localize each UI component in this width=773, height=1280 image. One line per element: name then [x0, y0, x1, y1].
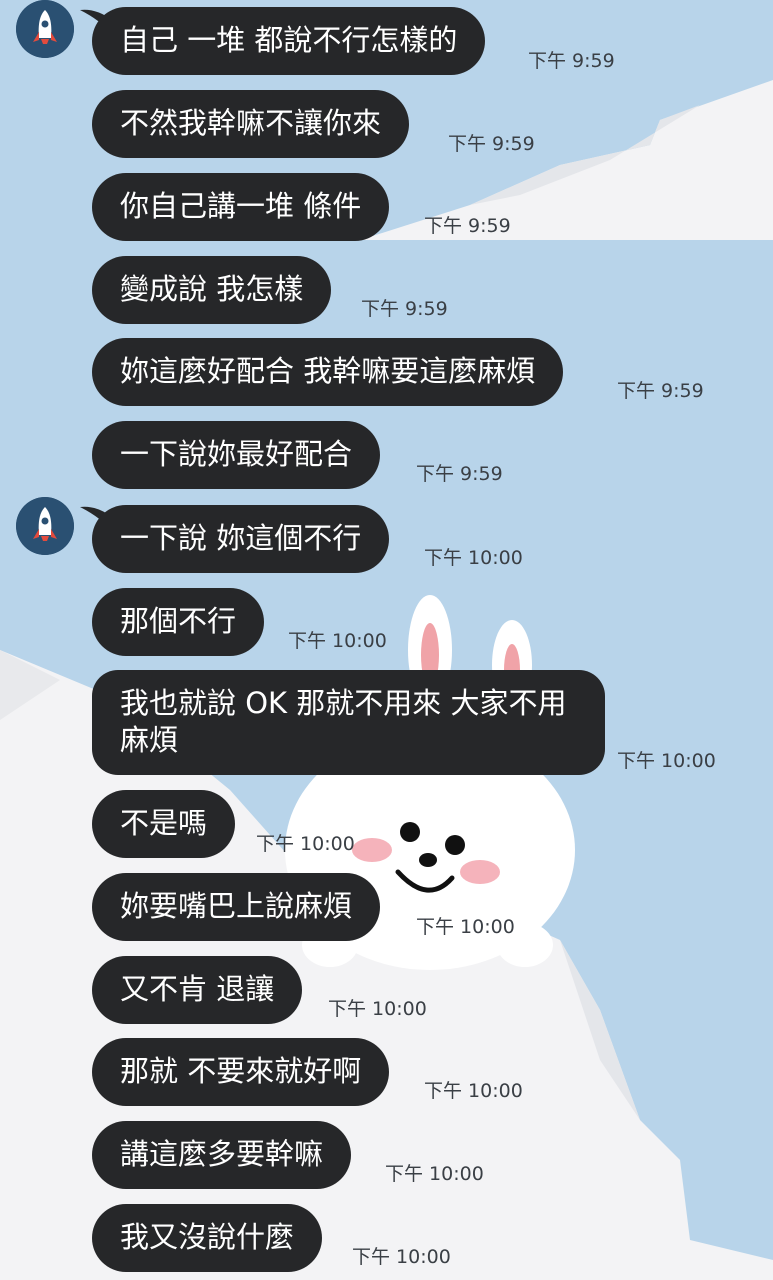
- rocket-icon: [16, 497, 74, 555]
- message-bubble[interactable]: 那個不行: [92, 588, 265, 656]
- message-timestamp: 下午 10:00: [288, 630, 387, 652]
- message-timestamp: 下午 10:00: [352, 1246, 451, 1268]
- message-bubble[interactable]: 不是嗎: [92, 790, 236, 858]
- message-bubble[interactable]: 妳這麼好配合 我幹嘛要這麼麻煩: [92, 338, 564, 406]
- message-bubble[interactable]: 一下說妳最好配合: [92, 421, 381, 489]
- rocket-icon: [16, 0, 74, 58]
- message-timestamp: 下午 9:59: [528, 50, 615, 72]
- message-timestamp: 下午 10:00: [424, 547, 523, 569]
- message-bubble[interactable]: 那就 不要來就好啊: [92, 1038, 390, 1106]
- message-timestamp: 下午 10:00: [385, 1163, 484, 1185]
- message-timestamp: 下午 10:00: [328, 998, 427, 1020]
- contact-avatar[interactable]: [16, 0, 74, 58]
- message-timestamp: 下午 9:59: [424, 215, 511, 237]
- message-timestamp: 下午 10:00: [416, 916, 515, 938]
- message-bubble[interactable]: 妳要嘴巴上說麻煩: [92, 873, 381, 941]
- message-timestamp: 下午 10:00: [617, 750, 716, 772]
- message-bubble[interactable]: 自己 一堆 都說不行怎樣的: [92, 7, 486, 75]
- message-timestamp: 下午 9:59: [448, 133, 535, 155]
- contact-avatar[interactable]: [16, 497, 74, 555]
- message-timestamp: 下午 9:59: [617, 380, 704, 402]
- message-timestamp: 下午 9:59: [416, 463, 503, 485]
- message-bubble[interactable]: 你自己講一堆 條件: [92, 173, 390, 241]
- message-bubble[interactable]: 又不肯 退讓: [92, 956, 303, 1024]
- message-timestamp: 下午 10:00: [424, 1080, 523, 1102]
- message-bubble[interactable]: 講這麼多要幹嘛: [92, 1121, 352, 1189]
- message-bubble[interactable]: 變成說 我怎樣: [92, 256, 332, 324]
- message-timestamp: 下午 10:00: [256, 833, 355, 855]
- message-bubble[interactable]: 我也就說 OK 那就不用來 大家不用麻煩: [92, 670, 605, 775]
- message-timestamp: 下午 9:59: [361, 298, 448, 320]
- message-bubble[interactable]: 不然我幹嘛不讓你來: [92, 90, 410, 158]
- message-bubble[interactable]: 我又沒說什麼: [92, 1204, 323, 1272]
- message-bubble[interactable]: 一下說 妳這個不行: [92, 505, 390, 573]
